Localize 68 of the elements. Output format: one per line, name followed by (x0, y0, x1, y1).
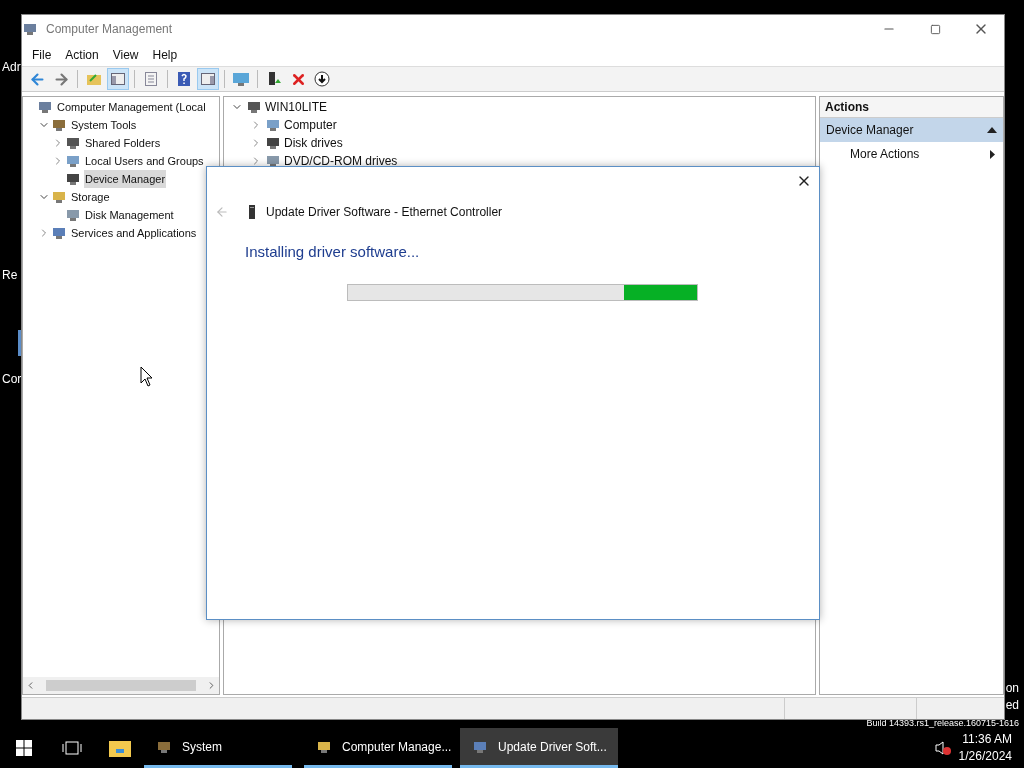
menu-item[interactable]: Help (145, 45, 185, 64)
taskbar-item[interactable]: Computer Manage... (304, 728, 452, 768)
collapse-triangle-icon[interactable] (987, 127, 997, 133)
desktop-watermark-text: ed (1005, 697, 1019, 714)
mouse-pointer-icon (140, 366, 153, 387)
pane-icon (110, 71, 126, 87)
desktop-icon-label[interactable]: Cor (2, 370, 22, 388)
tree-item[interactable]: Disk drives (284, 134, 343, 152)
window-title: Computer Management (46, 21, 173, 38)
taskbar-item[interactable]: System (144, 728, 292, 768)
monitor-icon (232, 71, 250, 87)
node-icon (265, 153, 281, 169)
node-icon (65, 153, 81, 169)
maximize-icon (929, 23, 941, 35)
task-view-icon (62, 741, 82, 755)
device-icon (248, 205, 256, 219)
tree-item[interactable]: DVD/CD-ROM drives (284, 152, 398, 170)
folder-icon (109, 739, 131, 757)
tree-item[interactable]: Disk Management (84, 206, 175, 224)
taskbar-item[interactable]: Update Driver Soft... (460, 728, 618, 768)
speaker-muted-icon[interactable] (934, 741, 951, 755)
desktop-selection-bar (18, 330, 21, 356)
update-driver-icon (266, 71, 282, 87)
actions-header: Actions (820, 97, 1003, 118)
tree-item[interactable]: Storage (70, 188, 111, 206)
back-icon (28, 70, 46, 88)
clock-time[interactable]: 11:36 AM (962, 731, 1012, 748)
node-icon (51, 117, 67, 133)
tree-item[interactable]: Computer Management (Local (56, 98, 207, 116)
node-icon (65, 207, 81, 223)
help-icon (176, 71, 192, 87)
submenu-triangle-icon (990, 149, 995, 159)
node-icon (65, 171, 81, 187)
properties-icon (143, 71, 159, 87)
folder-icon (86, 71, 102, 87)
node-icon (51, 225, 67, 241)
node-icon (22, 21, 38, 37)
clock-date[interactable]: 1/26/2024 (958, 748, 1012, 765)
tree-item[interactable]: Local Users and Groups (84, 152, 205, 170)
toolbar-button[interactable] (311, 68, 333, 90)
node-icon (37, 99, 53, 115)
action-item[interactable]: More Actions (820, 142, 1003, 166)
download-icon (314, 71, 330, 87)
actions-section-header[interactable]: Device Manager (820, 118, 1003, 142)
tree-item[interactable]: WIN10LITE (265, 98, 327, 116)
menu-item[interactable]: View (105, 45, 146, 64)
node-icon (246, 99, 262, 115)
tree-item[interactable]: Services and Applications (70, 224, 198, 242)
node-icon (51, 189, 67, 205)
horizontal-scrollbar[interactable] (23, 677, 219, 694)
windows-logo-icon (16, 740, 32, 756)
menu-item[interactable]: Action (58, 45, 106, 64)
tree-item[interactable]: Device Manager (84, 170, 167, 188)
desktop-watermark-text: on (1005, 680, 1019, 697)
back-icon[interactable] (215, 205, 229, 219)
pane-icon (200, 71, 216, 87)
node-icon (65, 135, 81, 151)
dialog-title: Update Driver Software - Ethernet Controller (266, 204, 503, 221)
menu-item[interactable]: File (25, 45, 59, 64)
desktop-icon-label[interactable]: Re (2, 266, 18, 284)
forward-icon (52, 70, 70, 88)
node-icon (265, 117, 281, 133)
dialog-heading: Installing driver software... (245, 242, 421, 262)
tree-item[interactable]: Computer (284, 116, 337, 134)
tree-item[interactable]: Shared Folders (84, 134, 162, 152)
desktop-icon-label[interactable]: Adr (2, 58, 21, 76)
node-icon (265, 135, 281, 151)
tree-item[interactable]: System Tools (70, 116, 138, 134)
